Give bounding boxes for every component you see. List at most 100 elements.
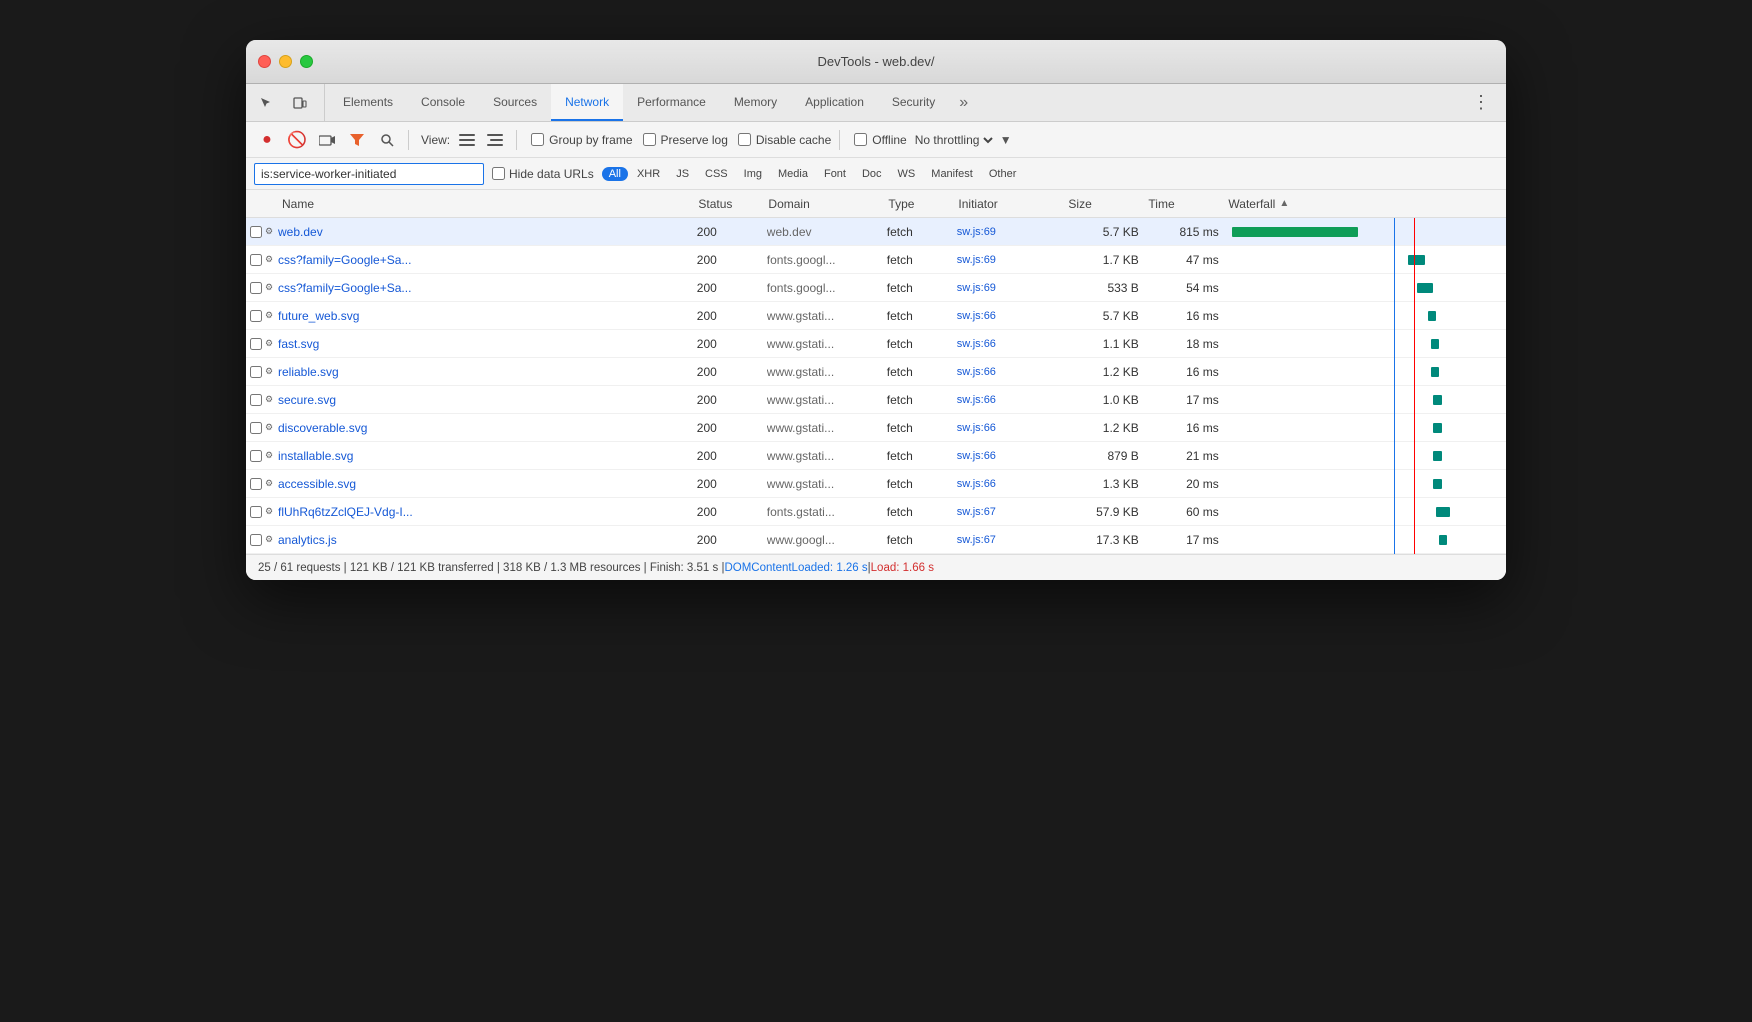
group-by-frame-checkbox[interactable] (531, 133, 544, 146)
tab-security[interactable]: Security (878, 84, 949, 121)
row-name[interactable]: flUhRq6tzZclQEJ-Vdg-I... (274, 505, 697, 519)
row-initiator[interactable]: sw.js:69 (957, 254, 1067, 266)
search-button[interactable] (374, 127, 400, 153)
row-name[interactable]: discoverable.svg (274, 421, 697, 435)
table-row[interactable]: ⚙ installable.svg 200 www.gstati... fetc… (246, 442, 1506, 470)
table-row[interactable]: ⚙ future_web.svg 200 www.gstati... fetch… (246, 302, 1506, 330)
header-size[interactable]: Size (1068, 197, 1148, 211)
tab-network[interactable]: Network (551, 84, 623, 121)
row-checkbox[interactable] (250, 282, 262, 294)
disable-cache-label[interactable]: Disable cache (738, 133, 831, 147)
row-checkbox[interactable] (250, 366, 262, 378)
row-check[interactable]: ⚙ (246, 253, 274, 267)
more-options-button[interactable]: ⋮ (1464, 88, 1498, 117)
row-name[interactable]: accessible.svg (274, 477, 697, 491)
device-toolbar-icon[interactable] (288, 91, 312, 115)
record-button[interactable]: ● (254, 127, 280, 153)
header-waterfall[interactable]: Waterfall ▲ (1228, 197, 1506, 211)
row-checkbox[interactable] (250, 254, 262, 266)
header-type[interactable]: Type (888, 197, 958, 211)
throttle-dropdown-arrow[interactable]: ▼ (1000, 133, 1012, 147)
table-row[interactable]: ⚙ fast.svg 200 www.gstati... fetch sw.js… (246, 330, 1506, 358)
header-domain[interactable]: Domain (768, 197, 888, 211)
row-checkbox[interactable] (250, 450, 262, 462)
row-check[interactable]: ⚙ (246, 337, 274, 351)
row-initiator[interactable]: sw.js:69 (957, 282, 1067, 294)
filter-other-button[interactable]: Other (982, 167, 1024, 181)
group-by-frame-label[interactable]: Group by frame (531, 133, 632, 147)
table-row[interactable]: ⚙ discoverable.svg 200 www.gstati... fet… (246, 414, 1506, 442)
row-initiator[interactable]: sw.js:66 (957, 338, 1067, 350)
row-name[interactable]: analytics.js (274, 533, 697, 547)
cursor-icon[interactable] (254, 91, 278, 115)
preserve-log-checkbox[interactable] (643, 133, 656, 146)
offline-checkbox[interactable] (854, 133, 867, 146)
row-initiator[interactable]: sw.js:66 (957, 450, 1067, 462)
tab-sources[interactable]: Sources (479, 84, 551, 121)
filter-button[interactable] (344, 127, 370, 153)
row-initiator[interactable]: sw.js:66 (957, 478, 1067, 490)
row-checkbox[interactable] (250, 422, 262, 434)
row-check[interactable]: ⚙ (246, 393, 274, 407)
camera-button[interactable] (314, 127, 340, 153)
filter-input[interactable] (254, 163, 484, 185)
row-initiator[interactable]: sw.js:66 (957, 310, 1067, 322)
row-name[interactable]: future_web.svg (274, 309, 697, 323)
row-name[interactable]: web.dev (274, 225, 697, 239)
tab-memory[interactable]: Memory (720, 84, 791, 121)
minimize-button[interactable] (279, 55, 292, 68)
row-checkbox[interactable] (250, 226, 262, 238)
row-initiator[interactable]: sw.js:69 (957, 226, 1067, 238)
filter-media-button[interactable]: Media (771, 167, 815, 181)
tab-elements[interactable]: Elements (329, 84, 407, 121)
row-initiator[interactable]: sw.js:66 (957, 366, 1067, 378)
filter-ws-button[interactable]: WS (891, 167, 923, 181)
row-name[interactable]: fast.svg (274, 337, 697, 351)
table-row[interactable]: ⚙ reliable.svg 200 www.gstati... fetch s… (246, 358, 1506, 386)
row-initiator[interactable]: sw.js:67 (957, 534, 1067, 546)
filter-doc-button[interactable]: Doc (855, 167, 889, 181)
row-checkbox[interactable] (250, 534, 262, 546)
row-name[interactable]: css?family=Google+Sa... (274, 281, 697, 295)
header-time[interactable]: Time (1148, 197, 1228, 211)
table-row[interactable]: ⚙ css?family=Google+Sa... 200 fonts.goog… (246, 246, 1506, 274)
row-name[interactable]: reliable.svg (274, 365, 697, 379)
row-checkbox[interactable] (250, 338, 262, 350)
filter-font-button[interactable]: Font (817, 167, 853, 181)
table-row[interactable]: ⚙ analytics.js 200 www.googl... fetch sw… (246, 526, 1506, 554)
row-check[interactable]: ⚙ (246, 365, 274, 379)
row-checkbox[interactable] (250, 506, 262, 518)
preserve-log-label[interactable]: Preserve log (643, 133, 728, 147)
row-checkbox[interactable] (250, 478, 262, 490)
tree-view-button[interactable] (482, 127, 508, 153)
row-name[interactable]: installable.svg (274, 449, 697, 463)
row-checkbox[interactable] (250, 394, 262, 406)
header-initiator[interactable]: Initiator (958, 197, 1068, 211)
offline-label[interactable]: Offline (854, 133, 906, 147)
disable-cache-checkbox[interactable] (738, 133, 751, 146)
table-row[interactable]: ⚙ css?family=Google+Sa... 200 fonts.goog… (246, 274, 1506, 302)
close-button[interactable] (258, 55, 271, 68)
more-tabs-button[interactable]: » (949, 84, 978, 121)
row-check[interactable]: ⚙ (246, 281, 274, 295)
row-initiator[interactable]: sw.js:67 (957, 506, 1067, 518)
filter-css-button[interactable]: CSS (698, 167, 735, 181)
table-row[interactable]: ⚙ flUhRq6tzZclQEJ-Vdg-I... 200 fonts.gst… (246, 498, 1506, 526)
row-checkbox[interactable] (250, 310, 262, 322)
filter-js-button[interactable]: JS (669, 167, 696, 181)
filter-manifest-button[interactable]: Manifest (924, 167, 980, 181)
hide-data-urls-label[interactable]: Hide data URLs (492, 167, 594, 181)
row-check[interactable]: ⚙ (246, 533, 274, 547)
row-name[interactable]: css?family=Google+Sa... (274, 253, 697, 267)
header-name[interactable]: Name (274, 197, 698, 211)
table-row[interactable]: ⚙ secure.svg 200 www.gstati... fetch sw.… (246, 386, 1506, 414)
table-row[interactable]: ⚙ web.dev 200 web.dev fetch sw.js:69 5.7… (246, 218, 1506, 246)
row-check[interactable]: ⚙ (246, 309, 274, 323)
throttle-select[interactable]: No throttling (911, 132, 996, 148)
row-check[interactable]: ⚙ (246, 505, 274, 519)
list-view-button[interactable] (454, 127, 480, 153)
row-check[interactable]: ⚙ (246, 449, 274, 463)
row-initiator[interactable]: sw.js:66 (957, 422, 1067, 434)
row-initiator[interactable]: sw.js:66 (957, 394, 1067, 406)
filter-all-button[interactable]: All (602, 167, 628, 181)
